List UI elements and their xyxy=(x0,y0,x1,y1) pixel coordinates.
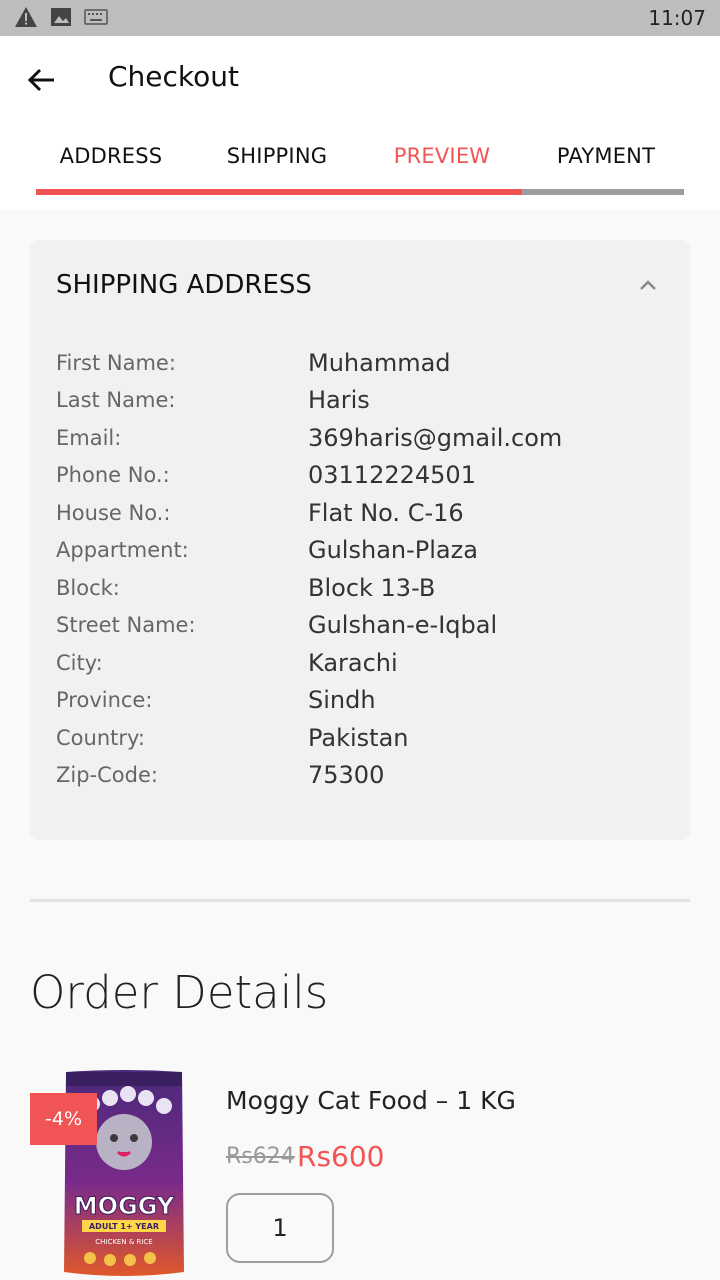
address-label: Appartment: xyxy=(56,538,189,563)
address-row-last-name: Last Name: Haris xyxy=(56,382,666,420)
address-value: Karachi xyxy=(308,648,398,677)
address-label: Block: xyxy=(56,575,120,600)
back-arrow-icon xyxy=(28,68,54,92)
address-row-phone: Phone No.: 03112224501 xyxy=(56,457,666,495)
keyboard-icon xyxy=(84,9,108,25)
address-row-city: City: Karachi xyxy=(56,644,666,682)
chevron-up-icon[interactable] xyxy=(636,274,660,298)
product-name[interactable]: Moggy Cat Food – 1 KG xyxy=(226,1086,516,1115)
address-label: House No.: xyxy=(56,500,171,525)
address-value: 369haris@gmail.com xyxy=(308,423,563,452)
product-flavor-text: CHICKEN & RICE xyxy=(95,1238,153,1246)
address-row-province: Province: Sindh xyxy=(56,682,666,720)
address-row-street: Street Name: Gulshan-e-Iqbal xyxy=(56,607,666,645)
back-button[interactable] xyxy=(22,60,62,100)
product-variant-text: ADULT 1+ YEAR xyxy=(89,1222,159,1231)
address-row-country: Country: Pakistan xyxy=(56,719,666,757)
status-time: 11:07 xyxy=(648,6,706,30)
address-label: First Name: xyxy=(56,350,176,375)
address-value: Flat No. C-16 xyxy=(308,498,464,527)
tab-shipping[interactable]: SHIPPING xyxy=(196,144,358,168)
tab-preview[interactable]: PREVIEW xyxy=(362,144,522,168)
checkout-steps: ADDRESS SHIPPING PREVIEW PAYMENT xyxy=(36,144,684,174)
address-row-email: Email: 369haris@gmail.com xyxy=(56,419,666,457)
address-value: Block 13-B xyxy=(308,573,436,602)
address-label: Last Name: xyxy=(56,388,176,413)
address-label: City: xyxy=(56,650,103,675)
address-label: Country: xyxy=(56,725,145,750)
address-label: Street Name: xyxy=(56,613,196,638)
address-row-block: Block: Block 13-B xyxy=(56,569,666,607)
page-title: Checkout xyxy=(108,60,239,93)
shipping-address-card: SHIPPING ADDRESS First Name: Muhammad La… xyxy=(30,240,690,840)
product-brand-text: MOGGY xyxy=(74,1192,175,1220)
sale-price: Rs600 xyxy=(297,1140,385,1173)
status-bar: 11:07 xyxy=(0,0,720,36)
tab-payment[interactable]: PAYMENT xyxy=(528,144,684,168)
checkout-progress-bar xyxy=(36,189,684,195)
address-value: Sindh xyxy=(308,686,376,715)
order-details-title: Order Details xyxy=(30,966,329,1019)
address-value: Haris xyxy=(308,386,370,415)
shipping-address-title: SHIPPING ADDRESS xyxy=(56,270,312,300)
warning-icon xyxy=(15,7,37,27)
quantity-field[interactable]: 1 xyxy=(226,1193,334,1263)
original-price: Rs624 xyxy=(226,1144,295,1169)
address-value: Gulshan-Plaza xyxy=(308,536,478,565)
address-row-apartment: Appartment: Gulshan-Plaza xyxy=(56,532,666,570)
address-row-house: House No.: Flat No. C-16 xyxy=(56,494,666,532)
address-label: Phone No.: xyxy=(56,463,170,488)
address-value: 75300 xyxy=(308,761,385,790)
address-label: Province: xyxy=(56,688,153,713)
image-icon xyxy=(51,8,71,26)
address-value: Muhammad xyxy=(308,348,451,377)
address-value: Pakistan xyxy=(308,723,409,752)
address-row-zip: Zip-Code: 75300 xyxy=(56,757,666,795)
checkout-progress-fill xyxy=(36,189,522,195)
address-row-first-name: First Name: Muhammad xyxy=(56,344,666,382)
tab-address[interactable]: ADDRESS xyxy=(36,144,186,168)
address-value: 03112224501 xyxy=(308,461,476,490)
address-value: Gulshan-e-Iqbal xyxy=(308,611,498,640)
address-label: Zip-Code: xyxy=(56,763,158,788)
address-label: Email: xyxy=(56,425,122,450)
discount-badge: -4% xyxy=(30,1093,97,1145)
section-divider xyxy=(30,899,690,902)
address-details: First Name: Muhammad Last Name: Haris Em… xyxy=(56,344,666,794)
app-bar: Checkout ADDRESS SHIPPING PREVIEW PAYMEN… xyxy=(0,36,720,210)
status-icons xyxy=(14,6,108,28)
